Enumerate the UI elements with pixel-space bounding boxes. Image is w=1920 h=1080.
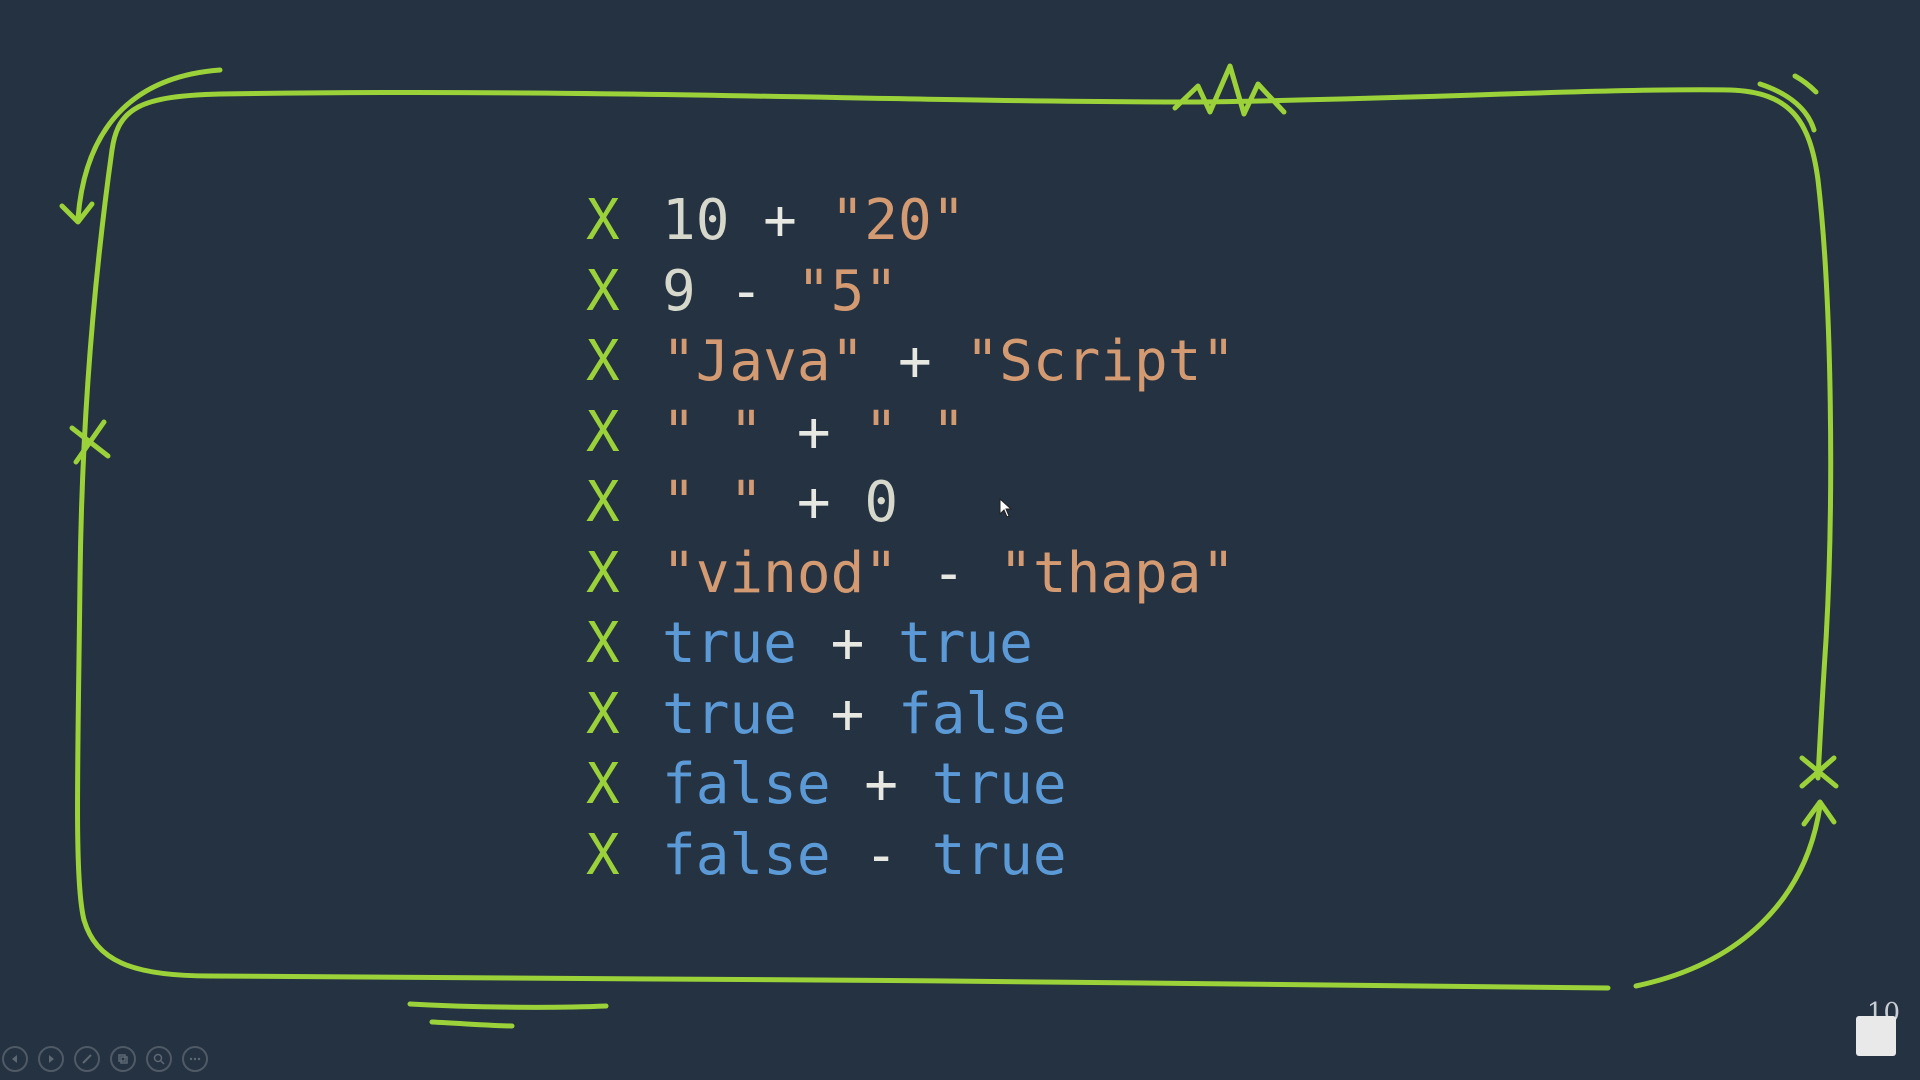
code-line: Xfalse + true <box>586 750 1235 821</box>
frame-left-edge <box>75 147 115 923</box>
code-token-op: + <box>830 752 932 817</box>
more-icon <box>189 1057 201 1061</box>
code-token-op: + <box>729 188 831 253</box>
x-mark-icon: X <box>586 822 620 888</box>
frame-bottom-right-arrow <box>1633 803 1823 989</box>
frame-zigzag <box>1172 63 1287 117</box>
x-mark-icon: X <box>586 188 620 253</box>
code-line: X 10 + "20" <box>586 186 1235 257</box>
slides-icon <box>118 1054 128 1064</box>
x-mark-icon: X <box>586 329 620 394</box>
code-token-bool: false <box>898 681 1067 747</box>
code-token-num: 9 <box>662 258 696 324</box>
zoom-icon <box>153 1053 165 1065</box>
x-mark-icon: X <box>586 681 620 747</box>
x-mark-icon: X <box>586 399 620 465</box>
code-line: X "vinod" - "thapa" <box>586 539 1235 610</box>
code-line: X9 - "5" <box>586 257 1235 328</box>
code-token-op: - <box>695 258 797 324</box>
code-token-str: "5" <box>796 258 899 324</box>
code-token-str: "thapa" <box>999 540 1236 606</box>
frame-top-edge <box>109 87 1821 183</box>
code-line: X " " + 0 <box>586 468 1235 539</box>
frame-top-left-arrow <box>75 67 223 221</box>
next-icon <box>49 1055 54 1063</box>
code-token-op: - <box>898 540 1000 606</box>
operation-list: X 10 + "20" X 9 - "5" X "Java" + "Script" X " "… <box>586 186 1235 891</box>
code-line: X " " + " " <box>586 398 1235 469</box>
code-token-num: 0 <box>864 470 899 535</box>
channel-logo <box>1856 1016 1896 1056</box>
x-mark-icon: X <box>586 611 620 676</box>
x-mark-icon: X <box>586 540 620 606</box>
code-token-bool: false <box>662 822 831 888</box>
next-slide-button[interactable] <box>38 1046 64 1072</box>
code-line: Xtrue + true <box>586 609 1235 680</box>
code-token-str: "vinod" <box>662 540 899 606</box>
code-token-bool: true <box>662 611 797 676</box>
code-token-op: + <box>763 399 865 465</box>
pen-icon <box>82 1054 92 1064</box>
code-line: Xfalse - true <box>586 821 1235 892</box>
slideshow-toolbar <box>2 1046 208 1072</box>
code-token-str: " " <box>662 470 764 535</box>
zoom-button[interactable] <box>146 1046 172 1072</box>
see-all-slides-button[interactable] <box>110 1046 136 1072</box>
code-token-str: "20" <box>830 188 966 253</box>
presentation-slide: X 10 + "20" X 9 - "5" X "Java" + "Script" X " "… <box>0 0 1920 1080</box>
code-token-bool: true <box>898 611 1033 676</box>
x-mark-icon: X <box>586 470 620 535</box>
code-token-bool: true <box>662 681 797 747</box>
code-token-op: + <box>796 681 899 747</box>
code-line: Xtrue + false <box>586 680 1235 751</box>
code-token-bool: true <box>931 822 1067 888</box>
code-token-bool: false <box>662 752 831 817</box>
code-token-str: "Java" <box>662 329 865 394</box>
code-token-op: + <box>763 470 865 535</box>
code-token-bool: true <box>931 752 1067 817</box>
code-line: X "Java" + "Script" <box>586 327 1235 398</box>
more-options-button[interactable] <box>182 1046 208 1072</box>
code-token-op: - <box>830 822 932 888</box>
code-token-str: " " <box>662 399 764 465</box>
previous-slide-button[interactable] <box>2 1046 28 1072</box>
frame-bottom-edge <box>81 917 1611 991</box>
previous-icon <box>12 1055 17 1063</box>
x-mark-icon: X <box>586 752 620 817</box>
code-token-num: 10 <box>662 188 730 253</box>
pen-tool-button[interactable] <box>74 1046 100 1072</box>
code-token-str: " " <box>864 399 966 465</box>
frame-right-edge <box>1815 177 1834 781</box>
mouse-cursor-icon <box>999 498 1013 518</box>
code-token-op: + <box>796 611 899 676</box>
x-mark-icon: X <box>586 258 620 324</box>
code-token-str: "Script" <box>965 329 1236 394</box>
code-token-op: + <box>864 329 966 394</box>
